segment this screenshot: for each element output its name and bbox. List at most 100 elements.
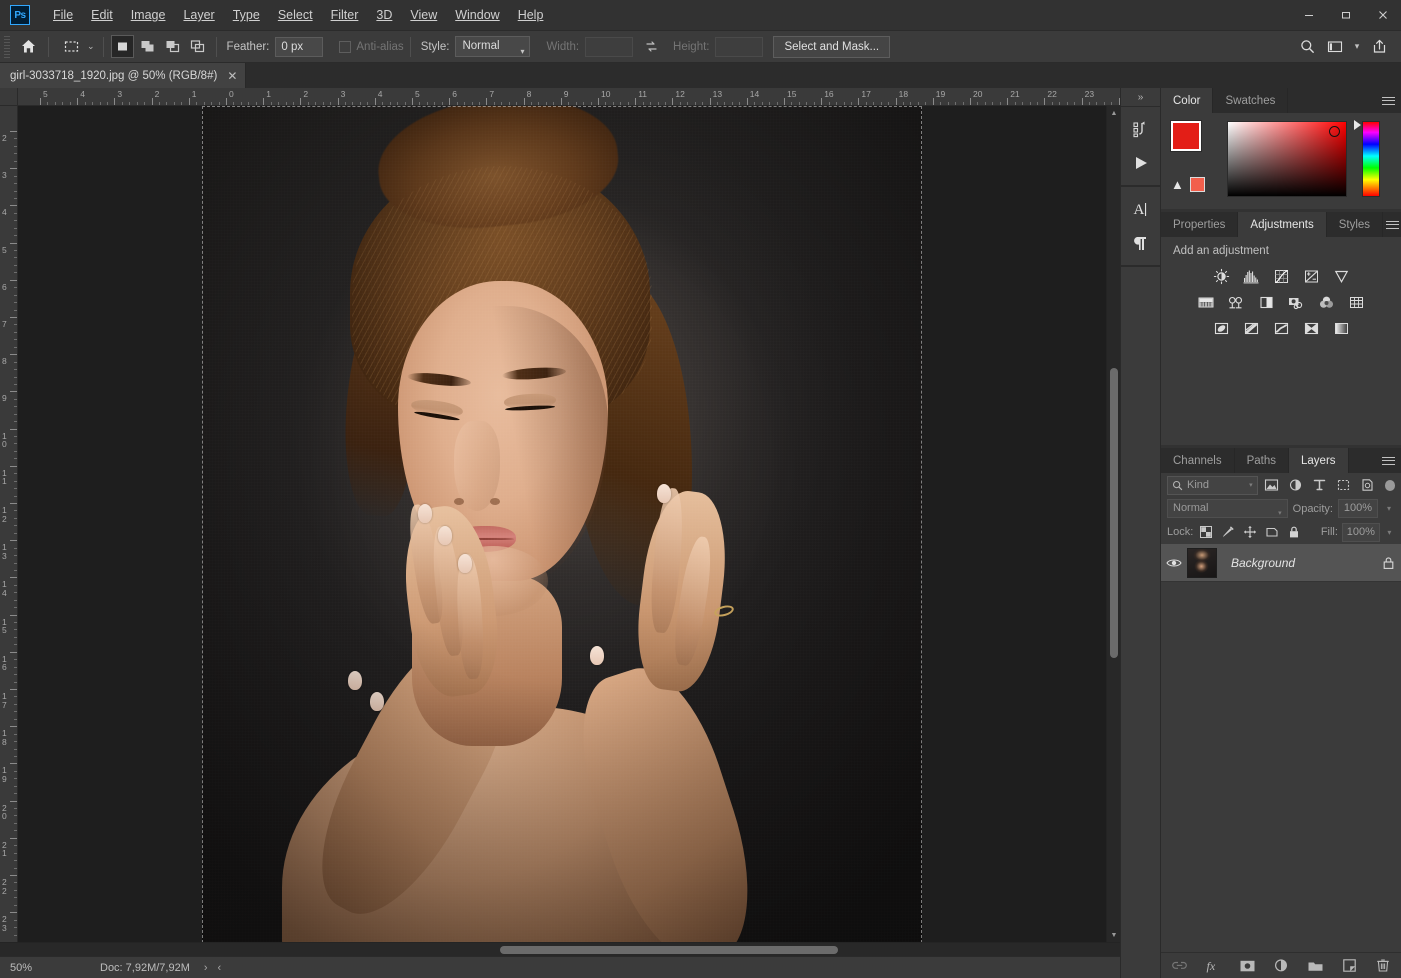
tab-layers[interactable]: Layers [1289,448,1349,473]
height-input[interactable] [715,37,763,57]
ruler-corner[interactable] [0,88,18,106]
lock-image-pixels-button[interactable] [1219,523,1237,542]
tab-styles[interactable]: Styles [1327,212,1383,237]
home-button[interactable] [14,34,42,60]
menu-help[interactable]: Help [509,4,553,26]
anti-alias-group[interactable]: Anti-alias [339,41,403,53]
actions-panel-button[interactable] [1121,146,1160,180]
menu-edit[interactable]: Edit [82,4,122,26]
close-button[interactable] [1364,0,1401,31]
foreground-color-swatch[interactable] [1171,121,1201,151]
color-panel-menu-button[interactable] [1375,88,1401,113]
workspace-button[interactable] [1321,34,1349,60]
filter-enable-toggle[interactable] [1385,480,1395,491]
tab-swatches[interactable]: Swatches [1213,88,1288,113]
expand-panels-button[interactable]: » [1121,88,1160,106]
opacity-value[interactable]: 100% [1338,499,1378,518]
posterize-button[interactable] [1241,318,1261,338]
menu-window[interactable]: Window [446,4,508,26]
status-zoom-level[interactable]: 50% [0,962,60,974]
layer-locked-indicator[interactable] [1375,556,1401,570]
add-to-selection-button[interactable] [136,35,159,58]
filter-type-button[interactable] [1310,475,1330,495]
document-tab[interactable]: girl-3033718_1920.jpg @ 50% (RGB/8#) ✕ [0,63,246,88]
canvas-vertical-scroll-thumb[interactable] [1110,368,1118,658]
search-button[interactable] [1293,34,1321,60]
menu-view[interactable]: View [401,4,446,26]
add-layer-mask-button[interactable] [1237,956,1257,976]
blend-mode-select[interactable]: Normal ▾ [1167,499,1288,518]
lock-position-button[interactable] [1241,523,1259,542]
layer-name[interactable]: Background [1217,556,1375,570]
width-input[interactable] [585,37,633,57]
gamut-warning-icon[interactable]: ▲ [1171,178,1184,191]
layer-visibility-toggle[interactable] [1161,557,1187,569]
menu-type[interactable]: Type [224,4,269,26]
canvas-horizontal-scrollbar[interactable] [0,942,1120,956]
filter-shape-button[interactable] [1334,475,1354,495]
layers-panel-menu-button[interactable] [1375,448,1401,473]
brightness-contrast-button[interactable] [1211,266,1231,286]
lock-all-button[interactable] [1285,523,1303,542]
new-layer-button[interactable] [1339,956,1359,976]
filter-pixel-button[interactable] [1262,475,1282,495]
table-row[interactable]: Background [1161,544,1401,582]
link-layers-button[interactable] [1169,956,1189,976]
canvas-image[interactable] [202,106,922,942]
hue-saturation-button[interactable] [1196,292,1216,312]
color-field[interactable] [1227,121,1347,197]
layer-style-button[interactable]: fx [1203,956,1223,976]
canvas-horizontal-scroll-thumb[interactable] [500,946,838,954]
minimize-button[interactable] [1290,0,1327,31]
threshold-button[interactable] [1271,318,1291,338]
workspace-dropdown-button[interactable]: ▾ [1349,34,1365,60]
status-next-arrow[interactable]: › [204,962,208,974]
curves-button[interactable] [1271,266,1291,286]
tab-properties[interactable]: Properties [1161,212,1238,237]
new-adjustment-layer-button[interactable] [1271,956,1291,976]
canvas-area[interactable]: ▲ ▼ [18,106,1120,942]
vibrance-button[interactable] [1331,266,1351,286]
swap-dimensions-button[interactable] [637,34,665,60]
delete-layer-button[interactable] [1373,956,1393,976]
new-group-button[interactable] [1305,956,1325,976]
menu-3d[interactable]: 3D [367,4,401,26]
canvas-vertical-scrollbar[interactable]: ▲ ▼ [1106,106,1120,942]
options-bar-grip[interactable] [4,36,10,58]
levels-button[interactable] [1241,266,1261,286]
document-tab-close-icon[interactable]: ✕ [227,70,237,82]
gamut-alternate-swatch[interactable] [1190,177,1205,192]
black-white-button[interactable] [1256,292,1276,312]
intersect-with-selection-button[interactable] [186,35,209,58]
menu-image[interactable]: Image [122,4,175,26]
adjustments-panel-menu-button[interactable] [1383,212,1401,237]
feather-input[interactable]: 0 px [275,37,323,57]
scroll-down-icon[interactable]: ▼ [1107,928,1120,942]
tab-color[interactable]: Color [1161,88,1213,113]
active-tool-button[interactable] [57,34,85,60]
tab-channels[interactable]: Channels [1161,448,1235,473]
filter-adjustment-button[interactable] [1286,475,1306,495]
paragraph-panel-button[interactable] [1121,226,1160,260]
subtract-from-selection-button[interactable] [161,35,184,58]
layer-kind-filter[interactable]: Kind ▾ [1167,476,1258,495]
share-button[interactable] [1365,34,1393,60]
scroll-up-icon[interactable]: ▲ [1107,106,1120,120]
menu-file[interactable]: File [44,4,82,26]
vertical-ruler[interactable]: 23456789101112131415161718192021222324 [0,106,18,942]
photo-filter-button[interactable] [1286,292,1306,312]
tab-adjustments[interactable]: Adjustments [1238,212,1326,237]
anti-alias-checkbox[interactable] [339,41,351,53]
lock-transparent-pixels-button[interactable] [1197,523,1215,542]
fill-stepper[interactable]: ▾ [1384,528,1395,537]
exposure-button[interactable] [1301,266,1321,286]
tab-paths[interactable]: Paths [1235,448,1289,473]
layer-thumbnail[interactable] [1187,548,1217,578]
hue-slider[interactable] [1362,121,1380,197]
fill-value[interactable]: 100% [1342,523,1380,542]
menu-select[interactable]: Select [269,4,322,26]
channel-mixer-button[interactable] [1316,292,1336,312]
filter-smartobject-button[interactable] [1358,475,1378,495]
select-and-mask-button[interactable]: Select and Mask... [773,36,890,58]
opacity-stepper[interactable]: ▾ [1383,504,1395,513]
